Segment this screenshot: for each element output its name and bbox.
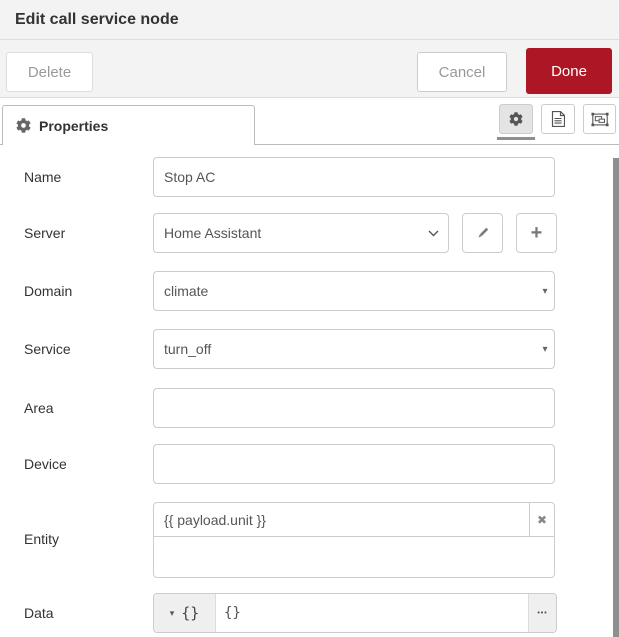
data-typed-input: ▾ {} {} ••• xyxy=(153,593,557,633)
gear-icon xyxy=(16,118,31,133)
server-select-value: Home Assistant xyxy=(154,225,418,241)
properties-tab-button[interactable] xyxy=(499,104,533,134)
service-label: Service xyxy=(24,329,144,369)
active-tab-underline xyxy=(497,137,535,140)
data-value[interactable]: {} xyxy=(216,594,528,632)
properties-form: Name Server Home Assistant + D xyxy=(0,145,619,637)
tab-properties-label: Properties xyxy=(39,118,108,134)
json-type-icon: {} xyxy=(181,604,199,622)
appearance-tab-button[interactable] xyxy=(583,104,616,134)
area-input[interactable] xyxy=(153,388,555,428)
cancel-button[interactable]: Cancel xyxy=(417,52,507,92)
caret-down-icon: ▾ xyxy=(170,608,175,619)
scrollbar[interactable] xyxy=(613,158,619,637)
data-label: Data xyxy=(24,593,144,633)
pencil-icon xyxy=(475,226,490,241)
service-input[interactable] xyxy=(153,329,555,369)
done-button[interactable]: Done xyxy=(526,48,612,94)
description-tab-button[interactable] xyxy=(541,104,575,134)
edit-server-button[interactable] xyxy=(462,213,503,253)
delete-button[interactable]: Delete xyxy=(6,52,93,92)
tab-properties[interactable]: Properties xyxy=(2,105,255,145)
entity-item-value[interactable]: {{ payload.unit }} xyxy=(154,503,529,536)
name-input[interactable] xyxy=(153,157,555,197)
device-label: Device xyxy=(24,444,144,484)
edit-node-dialog: Edit call service node Delete Cancel Don… xyxy=(0,0,619,637)
entity-new-input[interactable] xyxy=(153,536,555,578)
domain-input[interactable] xyxy=(153,271,555,311)
server-select[interactable]: Home Assistant xyxy=(153,213,449,253)
dialog-title: Edit call service node xyxy=(15,0,179,39)
name-label: Name xyxy=(24,157,144,197)
remove-icon: ✖ xyxy=(537,513,547,527)
remove-entity-button[interactable]: ✖ xyxy=(529,503,554,536)
plus-icon: + xyxy=(531,222,543,245)
domain-label: Domain xyxy=(24,271,144,311)
device-input[interactable] xyxy=(153,444,555,484)
entity-label: Entity xyxy=(24,519,144,559)
editor-tab-bar: Properties xyxy=(0,98,619,145)
add-server-button[interactable]: + xyxy=(516,213,557,253)
chevron-down-icon xyxy=(418,230,448,237)
area-label: Area xyxy=(24,388,144,428)
expand-editor-button[interactable]: ••• xyxy=(528,594,556,632)
server-label: Server xyxy=(24,213,144,253)
dialog-button-bar: Delete Cancel Done xyxy=(0,40,619,98)
ellipsis-icon: ••• xyxy=(537,610,547,617)
object-group-icon xyxy=(591,112,609,127)
dialog-header: Edit call service node xyxy=(0,0,619,40)
data-type-button[interactable]: ▾ {} xyxy=(154,594,216,632)
file-text-icon xyxy=(551,111,565,127)
gear-icon xyxy=(509,112,523,126)
entity-list-item: {{ payload.unit }} ✖ xyxy=(153,502,555,537)
